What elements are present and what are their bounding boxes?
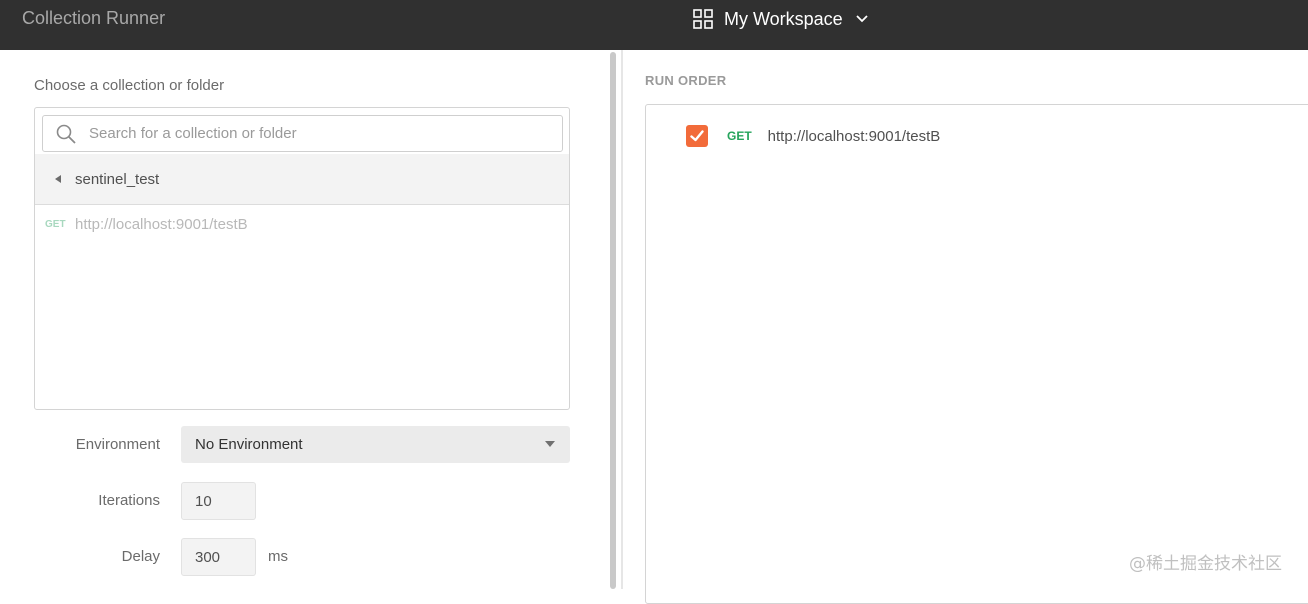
check-icon xyxy=(690,130,704,142)
environment-label: Environment xyxy=(75,436,160,453)
chevron-down-icon xyxy=(856,15,868,23)
title-bar: Collection Runner My Workspace xyxy=(0,0,1308,50)
choose-collection-label: Choose a collection or folder xyxy=(34,77,225,94)
watermark: @稀土掘金技术社区 xyxy=(1129,554,1282,574)
search-box[interactable] xyxy=(42,115,563,152)
caret-left-icon xyxy=(55,175,61,183)
delay-unit-label: ms xyxy=(268,548,288,565)
run-order-list: GET http://localhost:9001/testB xyxy=(645,104,1308,604)
scrollbar[interactable] xyxy=(610,52,616,589)
workspace-switcher[interactable]: My Workspace xyxy=(692,6,869,32)
collection-browser: sentinel_test GET http://localhost:9001/… xyxy=(34,107,570,410)
iterations-label: Iterations xyxy=(98,492,160,509)
request-method: GET xyxy=(45,218,66,230)
collection-selection-pane: Choose a collection or folder sentinel_t… xyxy=(0,50,608,589)
iterations-input[interactable] xyxy=(181,482,256,520)
request-url: http://localhost:9001/testB xyxy=(75,215,248,233)
breadcrumb-label: sentinel_test xyxy=(75,170,160,188)
search-icon xyxy=(56,124,76,144)
grid-icon xyxy=(693,9,713,29)
run-item-url: http://localhost:9001/testB xyxy=(767,127,941,145)
environment-value: No Environment xyxy=(195,436,303,453)
environment-select[interactable]: No Environment xyxy=(181,426,570,463)
delay-input[interactable] xyxy=(181,538,256,576)
app-title: Collection Runner xyxy=(22,8,166,28)
run-item-checkbox[interactable] xyxy=(686,125,708,147)
workspace-label: My Workspace xyxy=(724,8,843,29)
pane-divider[interactable] xyxy=(621,50,623,589)
run-order-heading: RUN ORDER xyxy=(645,73,727,88)
search-input[interactable] xyxy=(89,125,529,142)
list-item[interactable]: GET http://localhost:9001/testB xyxy=(35,212,569,236)
caret-down-icon xyxy=(545,441,555,447)
run-item-method: GET xyxy=(727,129,752,143)
breadcrumb-back[interactable]: sentinel_test xyxy=(35,154,569,205)
delay-label: Delay xyxy=(121,548,160,565)
run-order-item[interactable]: GET http://localhost:9001/testB xyxy=(686,125,940,147)
